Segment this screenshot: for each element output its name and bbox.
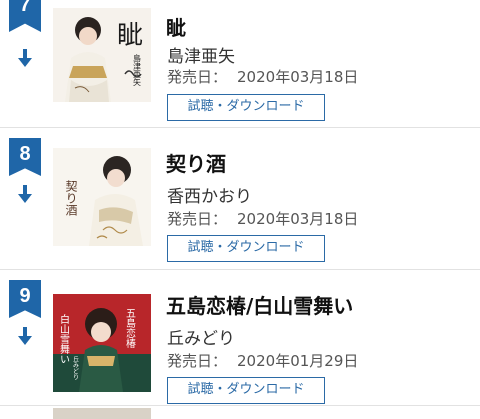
rank-badge: 7 (9, 0, 41, 32)
ranking-item: 8 契り酒 契り酒 香西かおり 発売日： 2020年03月18日 試聴・ダウンロー… (0, 128, 480, 270)
artist-name[interactable]: 香西かおり (167, 182, 252, 207)
release-date-label: 発売日： (167, 210, 228, 228)
arrow-down-icon (18, 49, 32, 67)
listen-download-button[interactable]: 試聴・ダウンロード (167, 94, 325, 121)
rank-badge: 8 (9, 138, 41, 176)
release-date-value: 2020年03月18日 (237, 210, 359, 228)
album-cover-art: 五島恋椿 白山雪舞い 丘みどり (53, 294, 151, 392)
release-date-value: 2020年01月29日 (237, 352, 359, 370)
artist-name[interactable]: 島津亜矢 (167, 42, 235, 67)
album-cover[interactable]: 眦 島津亜矢 (53, 8, 151, 102)
release-date-label: 発売日： (167, 352, 228, 370)
listen-download-button[interactable]: 試聴・ダウンロード (167, 377, 325, 404)
album-cover-partial[interactable] (53, 408, 151, 419)
song-title[interactable]: 眦 (166, 12, 186, 41)
album-cover[interactable]: 契り酒 (53, 148, 151, 246)
ranking-item-partial (0, 406, 480, 419)
arrow-down-icon (18, 327, 32, 345)
listen-download-button[interactable]: 試聴・ダウンロード (167, 235, 325, 262)
arrow-down-icon (18, 185, 32, 203)
album-cover[interactable]: 五島恋椿 白山雪舞い 丘みどり (53, 294, 151, 392)
ranking-item: 9 五島恋椿 白山雪舞い 丘みどり 五島恋椿/白山雪舞い 丘みどり 発売日： 20… (0, 270, 480, 406)
release-date: 発売日： 2020年03月18日 (167, 208, 358, 229)
album-cover-art: 契り酒 (53, 148, 151, 246)
cover-artist-text: 島津亜矢 (133, 53, 142, 87)
cover-title-text: 契り酒 (64, 180, 78, 216)
release-date-label: 発売日： (167, 68, 228, 86)
artist-name[interactable]: 丘みどり (167, 324, 235, 349)
song-title[interactable]: 契り酒 (166, 148, 226, 177)
cover-title-text: 眦 (117, 21, 143, 51)
release-date: 発売日： 2020年03月18日 (167, 66, 358, 87)
cover-title-text: 五島恋椿 (124, 308, 136, 349)
release-date-value: 2020年03月18日 (237, 68, 359, 86)
ranking-list: 7 眦 島津亜矢 眦 島津亜矢 発売日： 2020年03月18日 試聴・ダウンロ… (0, 0, 480, 419)
cover-subtitle-text: 白山雪舞い (58, 313, 70, 364)
release-date: 発売日： 2020年01月29日 (167, 350, 358, 371)
cover-artist-text: 丘みどり (72, 356, 79, 380)
ranking-item: 7 眦 島津亜矢 眦 島津亜矢 発売日： 2020年03月18日 試聴・ダウンロ… (0, 0, 480, 128)
album-cover-art: 眦 島津亜矢 (53, 8, 151, 102)
song-title[interactable]: 五島恋椿/白山雪舞い (166, 290, 353, 319)
rank-badge: 9 (9, 280, 41, 318)
